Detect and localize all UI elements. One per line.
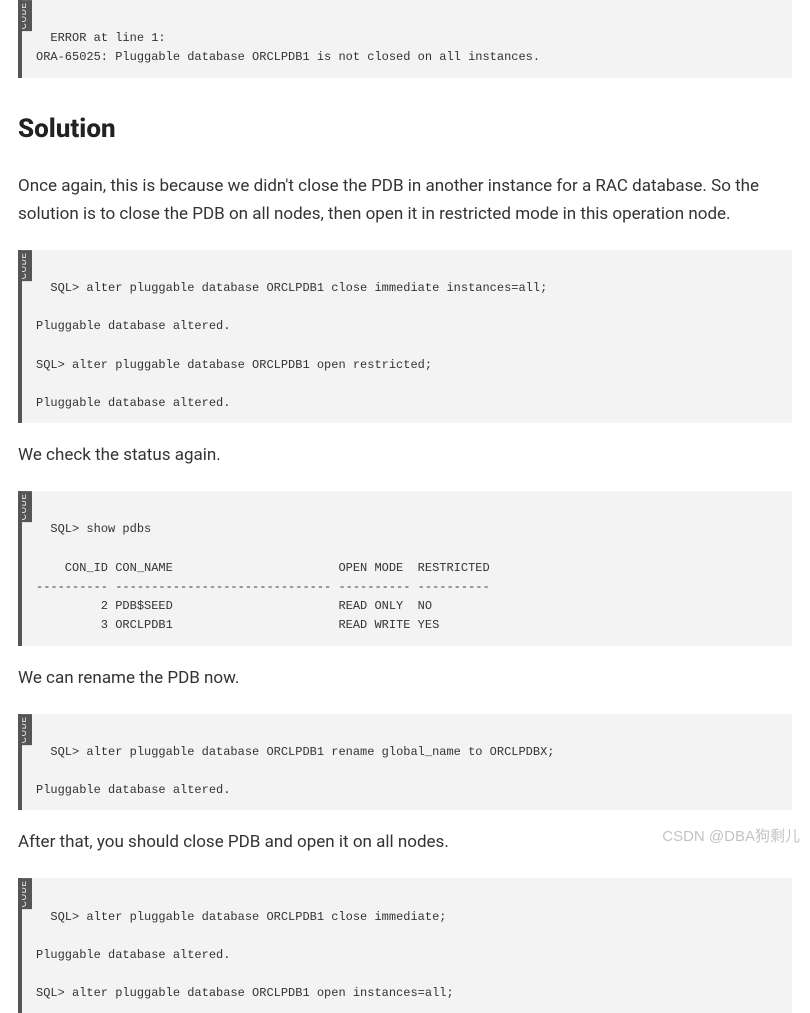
code-content: ERROR at line 1: ORA-65025: Pluggable da… bbox=[36, 31, 540, 64]
code-tab-label: CODE bbox=[18, 878, 32, 909]
code-block-error: CODE ERROR at line 1: ORA-65025: Pluggabl… bbox=[18, 0, 792, 78]
code-tab-label: CODE bbox=[18, 714, 32, 745]
code-tab-label: CODE bbox=[18, 250, 32, 281]
section-heading-solution: Solution bbox=[18, 114, 792, 144]
code-block-show-pdbs: CODE SQL> show pdbs CON_ID CON_NAME OPEN … bbox=[18, 491, 792, 645]
code-content: SQL> alter pluggable database ORCLPDB1 c… bbox=[36, 910, 454, 1001]
code-content: SQL> show pdbs CON_ID CON_NAME OPEN MODE… bbox=[36, 522, 490, 632]
paragraph-can-rename: We can rename the PDB now. bbox=[18, 664, 792, 692]
code-block-close-open-all: CODE SQL> alter pluggable database ORCLPD… bbox=[18, 878, 792, 1013]
code-content: SQL> alter pluggable database ORCLPDB1 c… bbox=[36, 281, 547, 410]
code-tab-label: CODE bbox=[18, 491, 32, 522]
code-content: SQL> alter pluggable database ORCLPDB1 r… bbox=[36, 745, 555, 797]
paragraph-check-status: We check the status again. bbox=[18, 441, 792, 469]
paragraph-after-that: After that, you should close PDB and ope… bbox=[18, 828, 792, 856]
code-tab-label: CODE bbox=[18, 0, 32, 31]
paragraph-intro: Once again, this is because we didn't cl… bbox=[18, 172, 792, 228]
code-block-rename: CODE SQL> alter pluggable database ORCLPD… bbox=[18, 714, 792, 811]
code-block-close-open-restricted: CODE SQL> alter pluggable database ORCLPD… bbox=[18, 250, 792, 424]
